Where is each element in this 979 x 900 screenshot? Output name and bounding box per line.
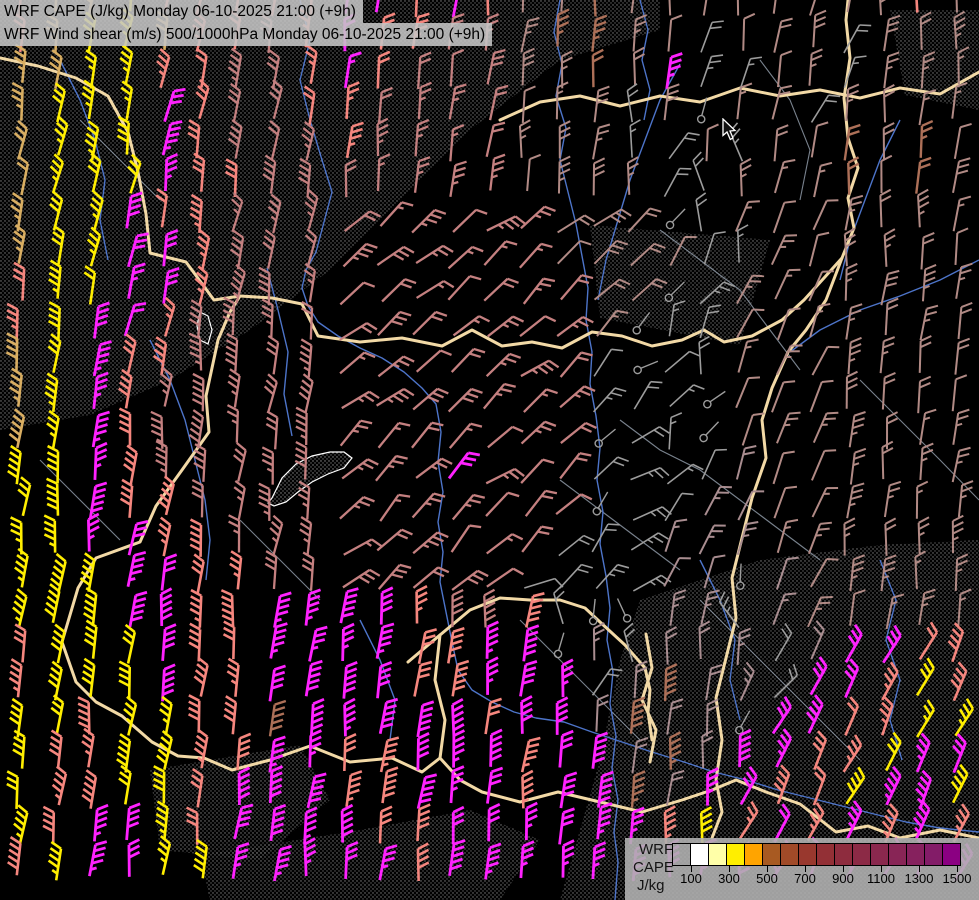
cape-legend: WRF CAPE J/kg 100 300 500 700 900 1100 1300 150… [625,838,979,900]
legend-color-box [672,843,691,866]
legend-tick-label: 1300 [904,871,934,886]
wind-barb-layer [5,0,975,882]
legend-colorbar [672,843,961,866]
legend-color-box [816,843,835,866]
weather-map-viewer: WRF CAPE (J/kg) Monday 06-10-2025 21:00 … [0,0,979,900]
map-canvas[interactable] [0,0,979,900]
legend-color-box [942,843,961,866]
legend-color-box [906,843,925,866]
title-shear-text: WRF Wind shear (m/s) 500/1000hPa Monday … [4,26,486,43]
legend-color-box [798,843,817,866]
legend-variable-label: CAPE [633,859,674,876]
legend-color-box [708,843,727,866]
legend-tick-label: 500 [756,871,778,886]
legend-color-box [870,843,889,866]
title-cape-text: WRF CAPE (J/kg) Monday 06-10-2025 21:00 … [4,3,356,20]
legend-color-box [924,843,943,866]
legend-tick-label: 1500 [942,871,972,886]
title-bar-shear: WRF Wind shear (m/s) 500/1000hPa Monday … [0,23,493,46]
legend-color-box [780,843,799,866]
legend-color-box [690,843,709,866]
legend-tick-label: 1100 [867,871,895,886]
legend-color-box [852,843,871,866]
legend-color-box [762,843,781,866]
legend-tick-label: 300 [718,871,740,886]
legend-tick-label: 700 [794,871,816,886]
legend-unit-label: J/kg [637,877,665,894]
legend-model-label: WRF [639,841,674,858]
legend-color-box [888,843,907,866]
legend-tick-label: 100 [680,871,702,886]
legend-color-box [834,843,853,866]
legend-color-box [726,843,745,866]
legend-color-box [744,843,763,866]
title-bar-cape: WRF CAPE (J/kg) Monday 06-10-2025 21:00 … [0,0,363,23]
legend-tick-label: 900 [832,871,854,886]
